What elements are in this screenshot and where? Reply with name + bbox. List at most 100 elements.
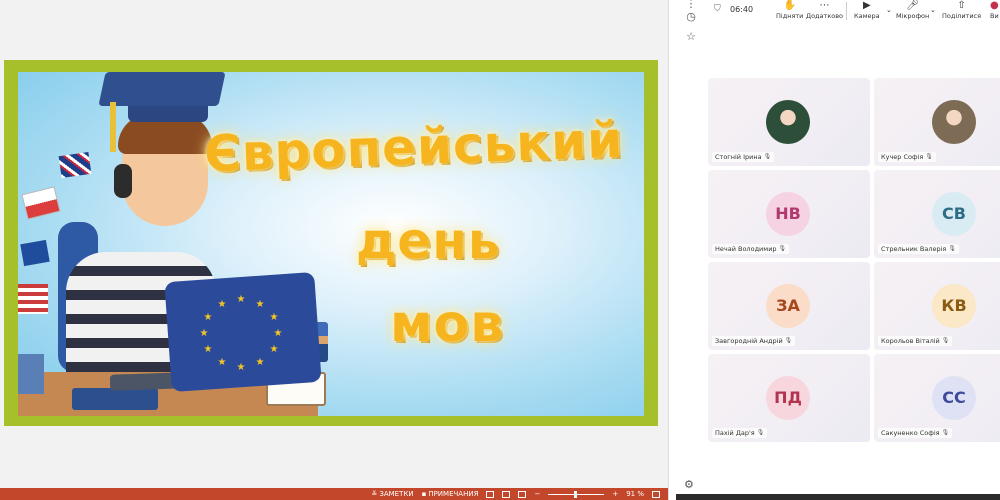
mic-off-icon: 🎙︎	[925, 153, 933, 160]
more-button[interactable]: ⋯ Додатково	[806, 0, 843, 20]
participant-tile[interactable]: СВ Стрельник Валерія 🎙︎	[874, 170, 1000, 258]
participant-grid: Стогній Ірина 🎙︎ Кучер Софія 🎙︎ НВ Нечай Воло…	[708, 78, 1000, 448]
slide-border: ★ ★ ★ ★ ★ ★ ★ ★ ★ ★ ★ ★ Європейський день мов	[4, 60, 658, 426]
presentation-pane: ★ ★ ★ ★ ★ ★ ★ ★ ★ ★ ★ ★ Європейський день мов ≚ З…	[0, 0, 668, 500]
slide-sorter-icon[interactable]	[502, 490, 511, 498]
participant-name-tag: Завгородній Андрій 🎙︎	[712, 336, 796, 346]
participant-name-tag: Нечай Володимир 🎙︎	[712, 244, 790, 254]
screen: ★ ★ ★ ★ ★ ★ ★ ★ ★ ★ ★ ★ Європейський день мов ≚ З…	[0, 0, 1000, 500]
graduation-cap-illustration	[98, 72, 226, 106]
notes-icon: ≚	[371, 490, 378, 498]
share-button[interactable]: ⇧ Поділитися	[942, 0, 981, 20]
toolbar-separator	[846, 2, 847, 20]
mic-options-chevron-icon[interactable]: ⌄	[930, 6, 936, 14]
svg-text:★: ★	[270, 344, 279, 355]
participant-name: Нечай Володимир	[715, 245, 777, 253]
participant-tile[interactable]: ПД Пахій Дар'я 🎙︎	[708, 354, 870, 442]
zoom-in-button[interactable]: +	[612, 490, 618, 498]
participant-name: Стогній Ірина	[715, 153, 762, 161]
participant-initials-avatar: НВ	[766, 192, 810, 236]
leave-icon: ●	[990, 0, 999, 11]
participant-tile[interactable]: Стогній Ірина 🎙︎	[708, 78, 870, 166]
comments-button[interactable]: ▪ ПРИМЕЧАНИЯ	[422, 490, 479, 498]
hand-icon: ✋	[783, 0, 796, 11]
participant-tile[interactable]: КВ Корольов Віталій 🎙︎	[874, 262, 1000, 350]
participant-tile[interactable]: ЗА Завгородній Андрій 🎙︎	[708, 262, 870, 350]
cap-tassel	[110, 102, 116, 152]
taskbar-edge	[676, 494, 1000, 500]
mic-off-icon: 🎙︎	[784, 337, 793, 344]
headphones-illustration	[114, 164, 132, 198]
participant-name-tag: Пахій Дар'я 🎙︎	[712, 428, 768, 438]
star-icon[interactable]: ☆	[684, 30, 698, 44]
svg-text:★: ★	[200, 328, 209, 339]
status-bar: ≚ ЗАМЕТКИ ▪ ПРИМЕЧАНИЯ − + 91 %	[0, 488, 668, 500]
zoom-out-button[interactable]: −	[534, 490, 540, 498]
microphone-button[interactable]: 🎤︎ Мікрофон	[896, 0, 929, 20]
slide[interactable]: ★ ★ ★ ★ ★ ★ ★ ★ ★ ★ ★ ★ Європейський день мов	[18, 72, 644, 416]
svg-text:★: ★	[204, 312, 213, 323]
flag-icon	[21, 186, 61, 220]
mic-off-icon: 🎙︎	[948, 245, 956, 252]
meeting-timer: 06:40	[730, 5, 754, 14]
meeting-toolbar: ⛉ 06:40 ✋ Підняти ⋯ Додатково ▶ Камера ⌄…	[704, 0, 1000, 24]
gear-icon[interactable]: ⚙	[684, 478, 698, 492]
comment-icon: ▪	[421, 490, 427, 498]
participant-name: Стрельник Валерія	[881, 245, 947, 253]
slide-title-line-3: мов	[390, 294, 505, 354]
svg-text:★: ★	[270, 312, 279, 323]
mic-off-icon: 🎙︎	[778, 245, 787, 252]
slide-title-line-1: Європейський	[203, 110, 625, 184]
camera-options-chevron-icon[interactable]: ⌄	[886, 6, 892, 14]
us-flag-icon	[18, 284, 48, 314]
participant-initials-avatar: СВ	[932, 192, 976, 236]
participant-initials-avatar: КВ	[932, 284, 976, 328]
participant-name: Пахій Дар'я	[715, 429, 755, 437]
svg-text:★: ★	[274, 328, 283, 339]
svg-text:★: ★	[204, 344, 213, 355]
participant-name: Кучер Софія	[881, 153, 924, 161]
book-illustration	[72, 388, 158, 410]
participant-photo-avatar	[932, 100, 976, 144]
participant-name: Сакуненко Софія	[881, 429, 940, 437]
participant-name-tag: Стрельник Валерія 🎙︎	[878, 244, 959, 254]
meeting-pane: ⛉ 06:40 ✋ Підняти ⋯ Додатково ▶ Камера ⌄…	[704, 0, 1000, 500]
pencil-cup-illustration	[18, 354, 44, 394]
camera-button[interactable]: ▶ Камера	[854, 0, 880, 20]
normal-view-icon[interactable]	[486, 490, 495, 498]
svg-text:★: ★	[256, 299, 265, 310]
participant-name: Корольов Віталій	[881, 337, 940, 345]
zoom-level[interactable]: 91 %	[626, 490, 644, 498]
reading-view-icon[interactable]	[518, 490, 527, 498]
participant-initials-avatar: ПД	[766, 376, 810, 420]
svg-text:★: ★	[237, 294, 246, 305]
notes-button[interactable]: ≚ ЗАМЕТКИ	[371, 490, 413, 498]
zoom-slider[interactable]	[548, 490, 605, 498]
participant-initials-avatar: СС	[932, 376, 976, 420]
ellipsis-icon: ⋯	[819, 0, 830, 11]
participant-tile[interactable]: СС Сакуненко Софія 🎙︎	[874, 354, 1000, 442]
zoom-slider-thumb[interactable]	[574, 490, 578, 498]
shield-icon: ⛉	[714, 4, 721, 14]
pane-divider[interactable]	[668, 0, 678, 500]
mic-off-icon: 🎙︎	[756, 429, 765, 436]
participant-name-tag: Стогній Ірина 🎙︎	[712, 152, 775, 162]
participant-tile[interactable]: Кучер Софія 🎙︎	[874, 78, 1000, 166]
uk-flag-icon	[58, 152, 92, 178]
raise-hand-button[interactable]: ✋ Підняти	[776, 0, 803, 20]
mic-off-icon: 🎙︎	[941, 429, 950, 436]
eu-flag-icon	[20, 239, 50, 267]
participant-tile[interactable]: НВ Нечай Володимир 🎙︎	[708, 170, 870, 258]
participant-initials-avatar: ЗА	[766, 284, 810, 328]
clock-icon[interactable]: ◷	[684, 10, 698, 24]
participant-name-tag: Кучер Софія 🎙︎	[878, 152, 936, 162]
leave-button[interactable]: ● Ви	[990, 0, 1000, 20]
microphone-icon: 🎤︎	[906, 0, 919, 11]
participant-photo-avatar	[766, 100, 810, 144]
participant-name: Завгородній Андрій	[715, 337, 783, 345]
fit-slide-icon[interactable]	[652, 490, 660, 498]
side-rail: ⋮ ◷ ☆	[678, 0, 704, 500]
participant-name-tag: Корольов Віталій 🎙︎	[878, 336, 953, 346]
svg-text:★: ★	[237, 362, 246, 373]
eu-stars-icon: ★ ★ ★ ★ ★ ★ ★ ★ ★ ★ ★ ★	[200, 294, 283, 373]
